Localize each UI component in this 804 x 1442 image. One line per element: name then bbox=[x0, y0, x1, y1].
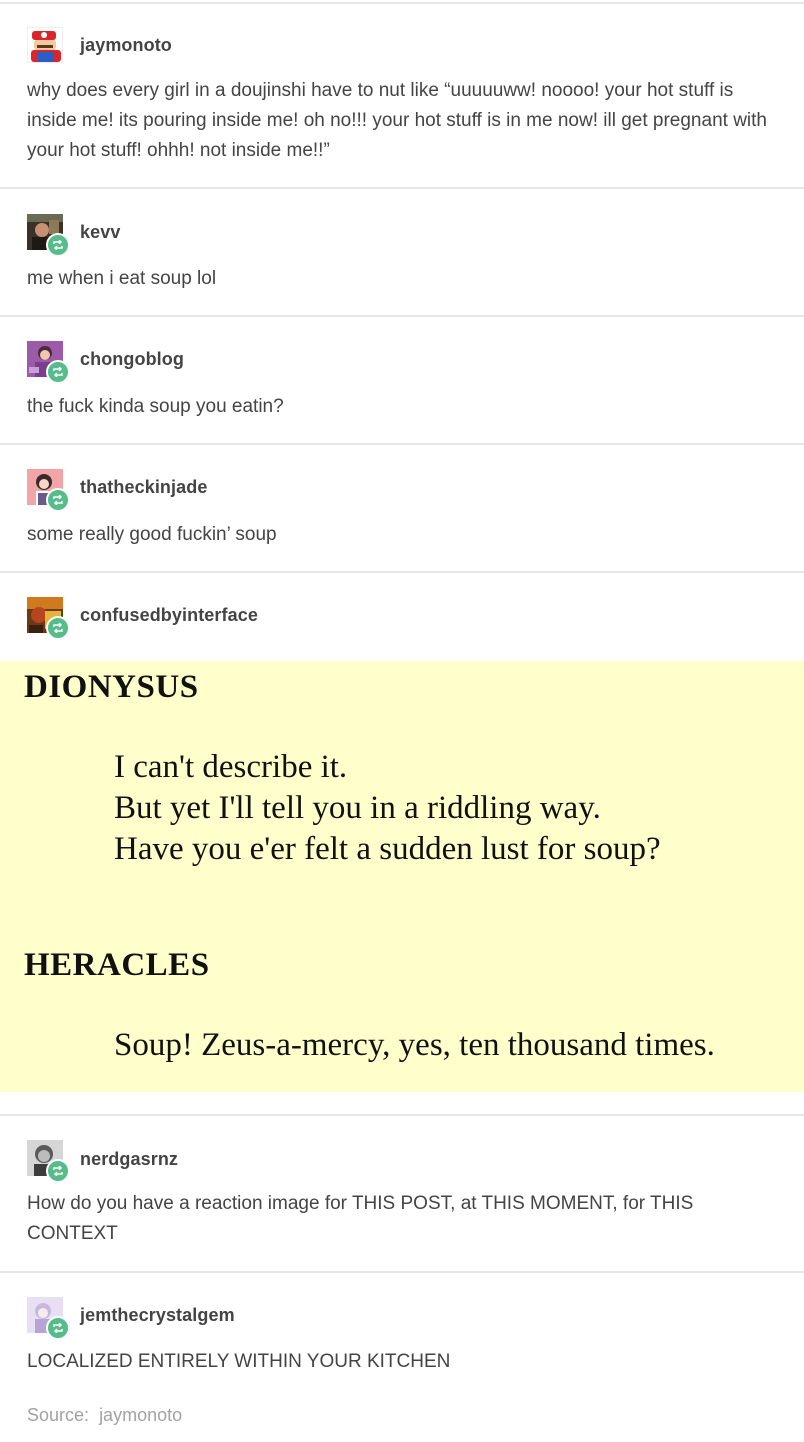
post-text: some really good fuckin’ soup bbox=[27, 524, 277, 545]
avatar-confusedbyinterface[interactable] bbox=[27, 597, 70, 640]
post-text: LOCALIZED ENTIRELY WITHIN YOUR KITCHEN bbox=[27, 1351, 451, 1372]
source-link[interactable]: jaymonoto bbox=[99, 1405, 182, 1425]
line: Soup! Zeus-a-mercy, yes, ten thousand ti… bbox=[114, 1027, 715, 1063]
source-line: Source: jaymonoto bbox=[27, 1405, 182, 1426]
heracles-lines: Soup! Zeus-a-mercy, yes, ten thousand ti… bbox=[114, 1025, 715, 1066]
post-text: How do you have a reaction image for THI… bbox=[27, 1193, 694, 1244]
divider bbox=[0, 2, 804, 4]
post-text: why does every girl in a doujinshi have … bbox=[27, 80, 767, 161]
divider bbox=[0, 443, 804, 445]
speaker-dionysus: DIONYSUS bbox=[24, 669, 199, 705]
username[interactable]: confusedbyinterface bbox=[80, 605, 258, 626]
avatar-nerdgasrnz[interactable] bbox=[27, 1140, 70, 1183]
divider bbox=[0, 1114, 804, 1116]
divider bbox=[0, 571, 804, 573]
avatar-thatheckinjade[interactable] bbox=[27, 469, 70, 512]
reblog-icon bbox=[46, 1159, 70, 1183]
divider bbox=[0, 315, 804, 317]
reblog-icon bbox=[46, 233, 70, 257]
username[interactable]: thatheckinjade bbox=[80, 477, 207, 498]
username[interactable]: nerdgasrnz bbox=[80, 1149, 178, 1170]
line: I can't describe it. bbox=[114, 749, 348, 785]
post-text: the fuck kinda soup you eatin? bbox=[27, 396, 284, 417]
source-label: Source: bbox=[27, 1405, 90, 1425]
reblog-icon bbox=[46, 616, 70, 640]
reblog-icon bbox=[46, 1316, 70, 1340]
avatar-jaymonoto[interactable] bbox=[27, 27, 63, 63]
username[interactable]: kevv bbox=[80, 222, 120, 243]
username[interactable]: jemthecrystalgem bbox=[80, 1305, 235, 1326]
username[interactable]: chongoblog bbox=[80, 349, 184, 370]
dialogue-image: DIONYSUS I can't describe it. But yet I'… bbox=[0, 661, 804, 1092]
divider bbox=[0, 187, 804, 189]
avatar-chongoblog[interactable] bbox=[27, 341, 70, 384]
mario-avatar-icon bbox=[27, 27, 63, 63]
username[interactable]: jaymonoto bbox=[80, 35, 172, 56]
avatar-jemthecrystalgem[interactable] bbox=[27, 1297, 70, 1340]
reblog-icon bbox=[46, 360, 70, 384]
line: But yet I'll tell you in a riddling way. bbox=[114, 790, 601, 826]
reblog-icon bbox=[46, 488, 70, 512]
line: Have you e'er felt a sudden lust for sou… bbox=[114, 831, 661, 867]
divider bbox=[0, 1271, 804, 1273]
dionysus-lines: I can't describe it. But yet I'll tell y… bbox=[114, 747, 661, 870]
avatar-kevv[interactable] bbox=[27, 214, 70, 257]
speaker-heracles: HERACLES bbox=[24, 947, 210, 983]
post-text: me when i eat soup lol bbox=[27, 268, 217, 289]
